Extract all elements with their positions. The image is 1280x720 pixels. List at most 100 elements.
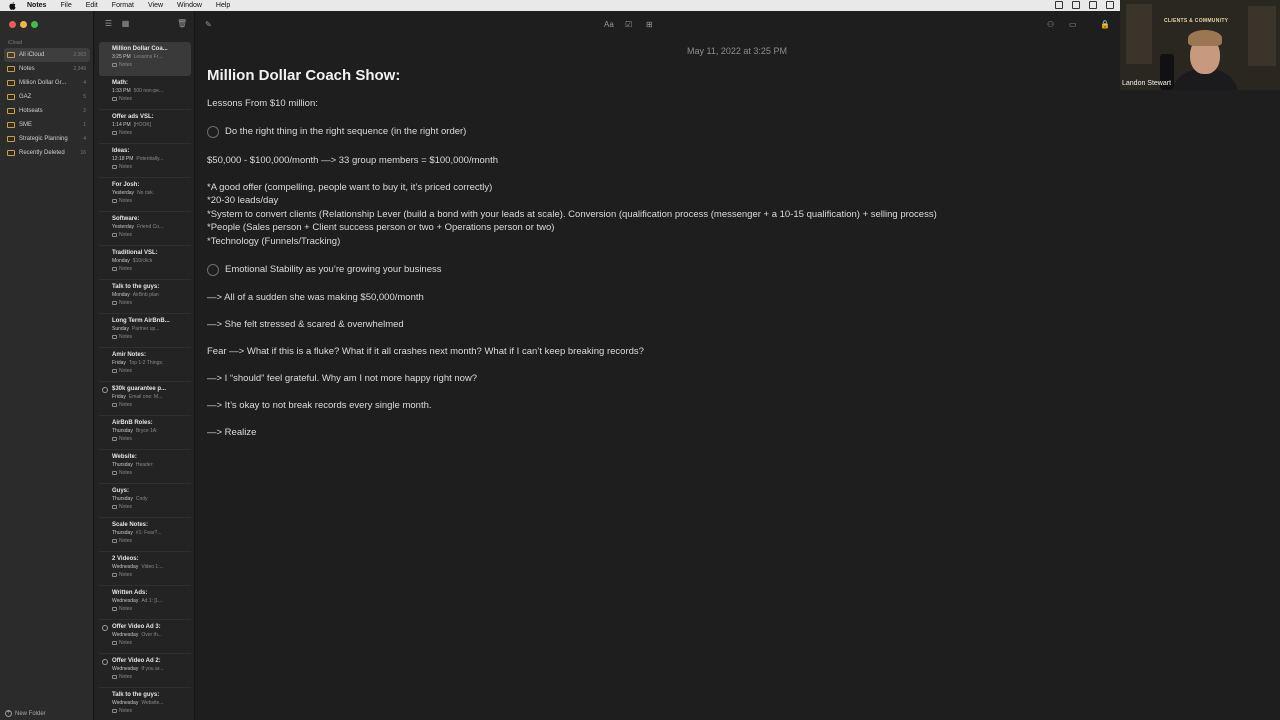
folder-icon [112, 607, 117, 611]
note-list-item[interactable]: Amir Notes: Friday Top 1-2 Things: Notes [99, 348, 191, 382]
folder-recently-deleted[interactable]: Recently Deleted 16 [4, 146, 90, 160]
checkbox-circle-icon[interactable] [207, 264, 219, 276]
menu-help[interactable]: Help [216, 0, 230, 11]
note-list-item[interactable]: For Josh: Yesterday No risk. Notes [99, 178, 191, 212]
menu-file[interactable]: File [60, 0, 71, 11]
note-title[interactable]: Million Dollar Coach Show: [207, 67, 1107, 85]
body-line[interactable]: Fear —> What if this is a fluke? What if… [207, 346, 644, 358]
note-item-meta: Thursday Cody [112, 495, 191, 503]
math-line[interactable]: $50,000 - $100,000/month —> 33 group mem… [207, 155, 498, 167]
list-view-icon[interactable]: ☰ [104, 20, 113, 28]
body-line[interactable]: —> Realize [207, 427, 256, 439]
compose-icon[interactable]: ✎ [205, 20, 212, 29]
menu-format[interactable]: Format [112, 0, 134, 11]
folder-strategic-planning[interactable]: Strategic Planning 4 [4, 132, 90, 146]
folder-gaz[interactable]: GAZ 5 [4, 90, 90, 104]
media-icon[interactable]: ▭ [1069, 20, 1077, 29]
status-icon-3[interactable] [1089, 1, 1097, 9]
note-item-folder-label: Notes [119, 300, 133, 306]
webcam-name-label: Landon Stewart [1122, 80, 1172, 87]
folder-hotseats[interactable]: Hotseats 2 [4, 104, 90, 118]
body-line[interactable]: —> She felt stressed & scared & overwhel… [207, 319, 404, 331]
note-list-item[interactable]: Million Dollar Coa... 3:25 PM Lessons Fr..… [99, 42, 191, 76]
note-list-item[interactable]: Scale Notes: Thursday #1: Fear?... Notes [99, 518, 191, 552]
note-item-time: Wednesday [112, 598, 139, 604]
note-item-time: 12:18 PM [112, 156, 134, 162]
close-window-button[interactable] [9, 21, 16, 28]
note-list-item[interactable]: Ideas: 12:18 PM Potentially... Notes [99, 144, 191, 178]
note-list-item[interactable]: Talk to the guys: Monday AirBnb plan Notes [99, 280, 191, 314]
minimize-window-button[interactable] [20, 21, 27, 28]
lock-icon[interactable]: 🔒 [1100, 20, 1110, 29]
checklist-text[interactable]: Do the right thing in the right sequence… [225, 126, 466, 138]
status-icon-4[interactable] [1106, 1, 1114, 9]
folder-icon [112, 97, 117, 101]
checklist-item[interactable]: Emotional Stability as you’re growing yo… [207, 264, 442, 276]
checklist-text[interactable]: Emotional Stability as you’re growing yo… [225, 264, 442, 276]
folder-sme[interactable]: SME 1 [4, 118, 90, 132]
bullet-line[interactable]: *System to convert clients (Relationship… [207, 209, 937, 221]
body-line[interactable]: —> I “should” feel grateful. Why am I no… [207, 373, 477, 385]
bullet-line[interactable]: *Technology (Funnels/Tracking) [207, 236, 340, 248]
note-item-preview: Over th... [141, 632, 162, 638]
note-item-meta: Monday $10/click [112, 257, 191, 265]
folder-icon [7, 94, 15, 100]
note-list-item[interactable]: 2 Videos: Wednesday Video 1:... Notes [99, 552, 191, 586]
bullet-line[interactable]: *20-30 leads/day [207, 195, 278, 207]
note-list-item[interactable]: Offer Video Ad 2: Wednesday If you ar... No… [99, 654, 191, 688]
note-list-item[interactable]: Long Term AirBnB... Sunday Partner up... No… [99, 314, 191, 348]
note-item-time: Thursday [112, 496, 133, 502]
note-item-title: Website: [112, 454, 137, 460]
delete-note-icon[interactable]: 🗑 [177, 20, 187, 28]
shared-note-icon [102, 387, 108, 393]
folder-all-icloud[interactable]: All iCloud 2,363 [4, 48, 90, 62]
note-item-preview: Header: [135, 462, 154, 468]
note-item-time: Wednesday [112, 632, 139, 638]
note-body[interactable]: Million Dollar Coach Show: Lessons From … [207, 67, 1107, 438]
checkbox-circle-icon[interactable] [207, 126, 219, 138]
note-list-item[interactable]: Website: Thursday Header: Notes [99, 450, 191, 484]
format-text-button[interactable]: Aa [604, 20, 614, 29]
zoom-window-button[interactable] [31, 21, 38, 28]
note-list-item[interactable]: $30k guarantee p... Friday Email one: M...… [99, 382, 191, 416]
folder-notes[interactable]: Notes 2,349 [4, 62, 90, 76]
lessons-heading[interactable]: Lessons From $10 million: [207, 98, 318, 110]
new-folder-button[interactable]: + New Folder [5, 710, 46, 717]
note-list-item[interactable]: Traditional VSL: Monday $10/click Notes [99, 246, 191, 280]
status-icon-2[interactable] [1072, 1, 1080, 9]
note-item-folder: Notes [112, 401, 191, 409]
note-list-item[interactable]: Software: Yesterday Friend Co... Notes [99, 212, 191, 246]
gallery-view-icon[interactable]: ▦ [121, 20, 130, 28]
menu-view[interactable]: View [148, 0, 163, 11]
note-item-folder: Notes [112, 537, 191, 545]
note-list-item[interactable]: Offer Video Ad 3: Wednesday Over th... Note… [99, 620, 191, 654]
menu-edit[interactable]: Edit [86, 0, 98, 11]
note-item-meta: Monday AirBnb plan [112, 291, 191, 299]
note-list-item[interactable]: Talk to the guys: Wednesday Website... Note… [99, 688, 191, 720]
body-line[interactable]: —> All of a sudden she was making $50,00… [207, 292, 424, 304]
person-hair [1188, 30, 1222, 46]
note-list-item[interactable]: Offer ads VSL: 1:14 PM [HOOK] Notes [99, 110, 191, 144]
note-item-time: Sunday [112, 326, 129, 332]
bullet-line[interactable]: *A good offer (compelling, people want t… [207, 182, 492, 194]
note-item-time: Thursday [112, 462, 133, 468]
menu-window[interactable]: Window [177, 0, 202, 11]
checklist-item[interactable]: Do the right thing in the right sequence… [207, 126, 466, 138]
table-icon[interactable]: ⊞ [646, 20, 653, 29]
folder-million-dollar[interactable]: Million Dollar Gr... 4 [4, 76, 90, 90]
note-item-preview: Cody [135, 496, 148, 502]
note-list-item[interactable]: Written Ads: Wednesday Ad 1: [L... Notes [99, 586, 191, 620]
note-list-item[interactable]: Math: 1:33 PM 500 non-pe... Notes [99, 76, 191, 110]
bullet-line[interactable]: *People (Sales person + Client success p… [207, 222, 554, 234]
note-list-item[interactable]: Guys: Thursday Cody Notes [99, 484, 191, 518]
share-collab-icon[interactable]: ⚇ [1047, 20, 1054, 29]
menu-app-notes[interactable]: Notes [27, 0, 46, 11]
body-line[interactable]: —> It’s okay to not break records every … [207, 400, 432, 412]
note-list-item[interactable]: AirBnB Roles: Thursday Bryce 1A: Notes [99, 416, 191, 450]
status-icon-1[interactable] [1055, 1, 1063, 9]
note-item-preview: Website... [141, 700, 164, 706]
note-item-title: For Josh: [112, 182, 140, 188]
apple-icon[interactable] [9, 1, 17, 10]
new-folder-label: New Folder [15, 710, 46, 717]
checklist-icon[interactable]: ☑ [625, 20, 632, 29]
